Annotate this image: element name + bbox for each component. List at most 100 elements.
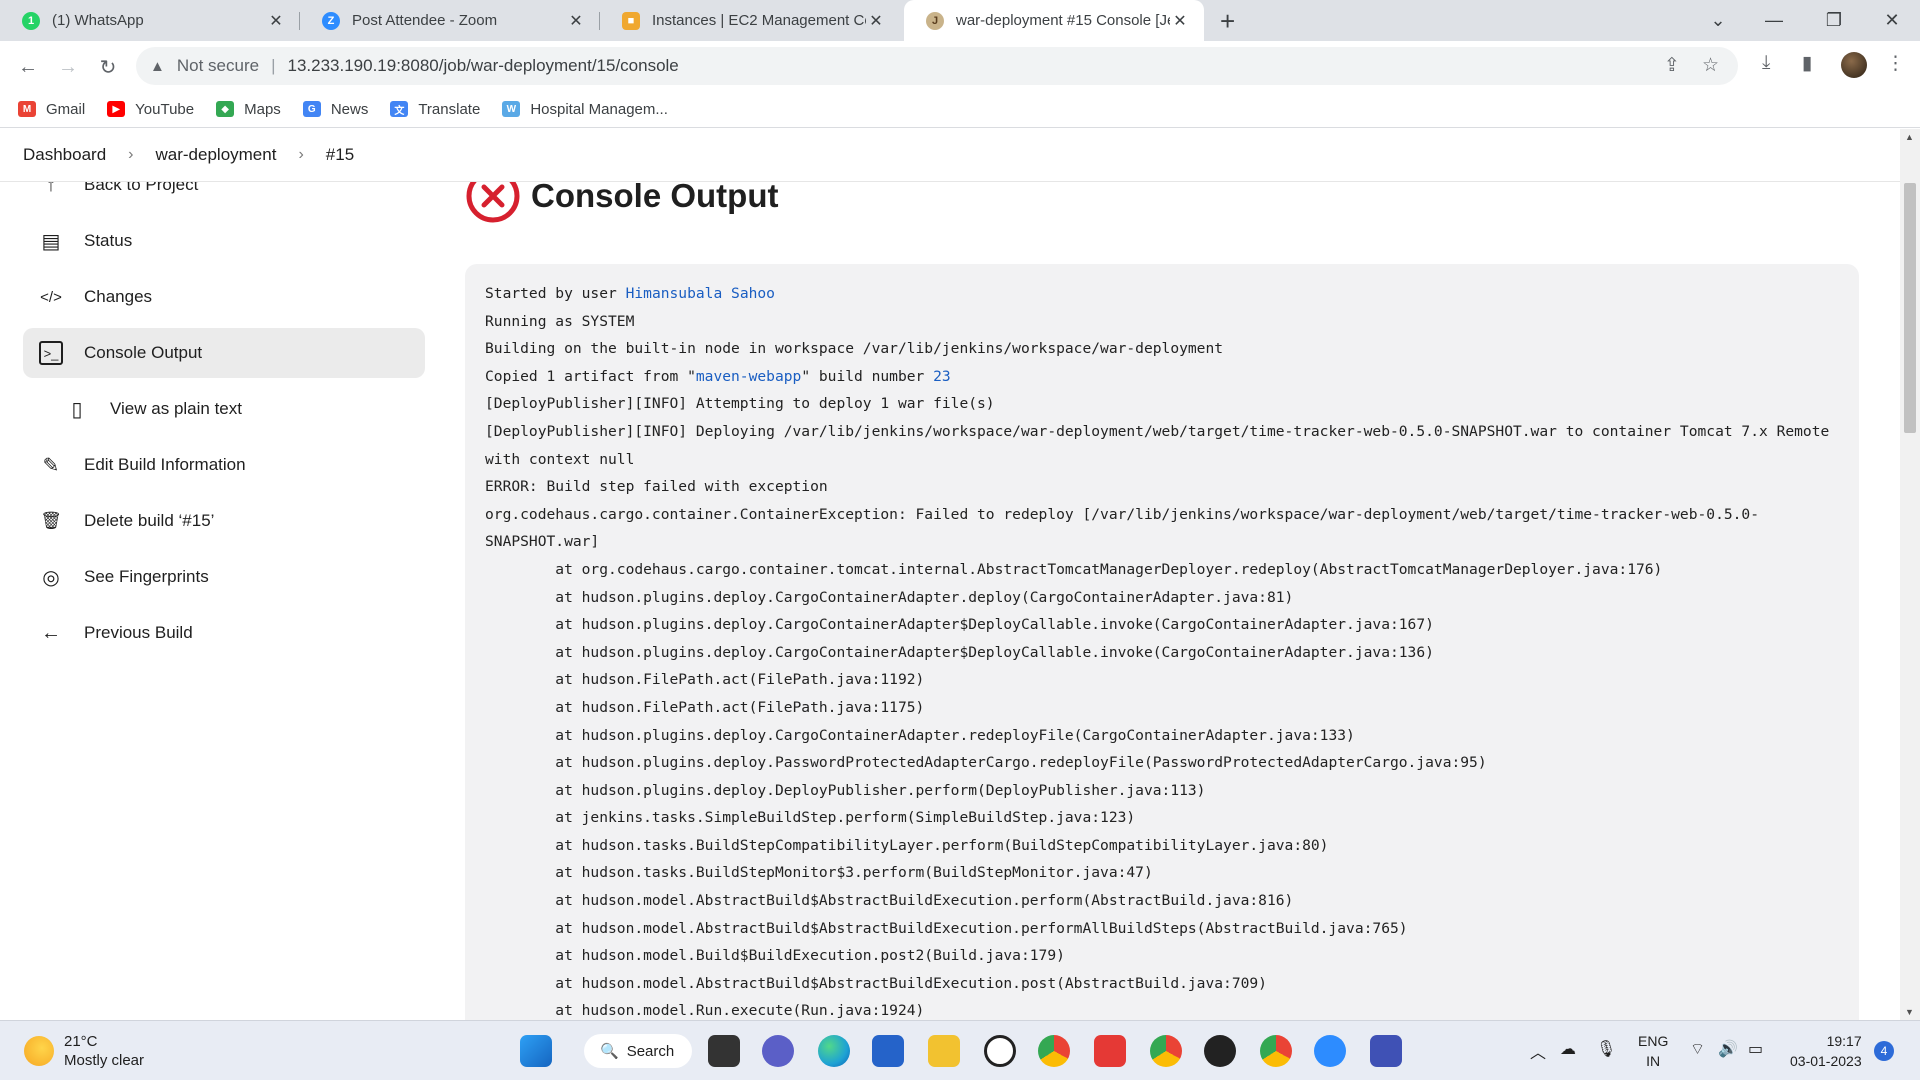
windows-start-icon[interactable] xyxy=(520,1035,552,1067)
edit-icon: ✎ xyxy=(42,454,60,477)
sidebar-item-label: Delete build ‘#15’ xyxy=(84,511,215,530)
sidebar-item-label: Console Output xyxy=(84,343,203,362)
close-icon[interactable]: ✕ xyxy=(866,11,886,31)
task-view-icon[interactable] xyxy=(708,1035,740,1067)
tab-zoom[interactable]: Z Post Attendee - Zoom ✕ xyxy=(300,0,600,41)
sidebar-item-status[interactable]: ▤ Status xyxy=(23,216,425,266)
store-icon[interactable] xyxy=(872,1035,904,1067)
breadcrumb-job[interactable]: war-deployment xyxy=(156,145,277,165)
scroll-down-icon[interactable]: ▼ xyxy=(1905,1007,1914,1017)
tab-search-icon[interactable]: ⌄ xyxy=(1690,0,1746,41)
windows-taskbar: 21°C Mostly clear 🔍 Search ︿ ☁ 🎙 ENG IN … xyxy=(0,1020,1920,1080)
console-line: at hudson.plugins.deploy.CargoContainerA… xyxy=(485,588,1294,606)
side-panel-icon[interactable]: ▮ xyxy=(1802,52,1812,75)
sidebar-item-back-to-project[interactable]: ↑ Back to Project xyxy=(23,182,425,210)
bookmark-maps[interactable]: ◆ Maps xyxy=(216,101,281,118)
breadcrumb-dashboard[interactable]: Dashboard xyxy=(23,145,106,165)
chrome-profile-icon[interactable] xyxy=(1150,1035,1182,1067)
aws-box-icon: ■ xyxy=(622,11,640,30)
breadcrumb-build[interactable]: #15 xyxy=(326,145,354,165)
weather-widget[interactable]: 21°C Mostly clear xyxy=(24,1033,144,1069)
close-window-button[interactable]: ✕ xyxy=(1864,0,1920,41)
address-bar[interactable]: ▲ Not secure | 13.233.190.19:8080/job/wa… xyxy=(136,47,1738,85)
minimize-button[interactable]: — xyxy=(1746,0,1802,41)
sidebar-item-see-fingerprints[interactable]: ◎ See Fingerprints xyxy=(23,552,425,602)
battery-icon[interactable]: ▭ xyxy=(1748,1039,1763,1059)
terminal-icon: >_ xyxy=(39,341,63,365)
zoom-icon[interactable] xyxy=(1314,1035,1346,1067)
weather-temp: 21°C xyxy=(64,1033,98,1050)
console-line: SNAPSHOT.war] xyxy=(485,533,600,551)
bookmark-translate[interactable]: 文 Translate xyxy=(390,101,480,118)
sidebar-item-previous-build[interactable]: ← Previous Build xyxy=(23,608,425,658)
tab-jenkins-console[interactable]: J war-deployment #15 Console [Je ✕ xyxy=(904,0,1204,41)
microphone-icon[interactable]: 🎙 xyxy=(1596,1039,1616,1059)
restore-button[interactable]: ❐ xyxy=(1806,0,1862,41)
not-secure-label: Not secure xyxy=(176,56,260,75)
page-scrollbar[interactable]: ▲ ▼ xyxy=(1900,129,1920,1020)
sidebar-item-console-output[interactable]: >_ Console Output xyxy=(23,328,425,378)
volume-icon[interactable]: 🔊 xyxy=(1718,1039,1738,1059)
sidebar-item-view-plain-text[interactable]: ▯ View as plain text xyxy=(23,384,425,434)
taskbar-search[interactable]: 🔍 Search xyxy=(584,1034,692,1068)
close-icon[interactable]: ✕ xyxy=(1170,11,1190,31)
console-line: at hudson.model.AbstractBuild$AbstractBu… xyxy=(485,919,1408,937)
onedrive-icon[interactable]: ☁ xyxy=(1560,1039,1576,1059)
tab-whatsapp[interactable]: 1 (1) WhatsApp ✕ xyxy=(0,0,300,41)
media-player-icon[interactable] xyxy=(1204,1035,1236,1067)
system-clock[interactable]: 19:17 03-01-2023 xyxy=(1790,1031,1862,1071)
chevron-up-icon[interactable]: ︿ xyxy=(1530,1039,1546,1063)
browser-toolbar: ← → ↻ ▲ Not secure | 13.233.190.19:8080/… xyxy=(0,41,1920,91)
scroll-up-icon[interactable]: ▲ xyxy=(1905,132,1914,142)
sidebar-item-edit-build-info[interactable]: ✎ Edit Build Information xyxy=(23,440,425,490)
new-tab-button[interactable]: + xyxy=(1220,6,1235,37)
share-icon[interactable]: ⇪ xyxy=(1664,54,1680,77)
console-line: [DeployPublisher][INFO] Deploying /var/l… xyxy=(485,422,1830,440)
sidebar-item-label: View as plain text xyxy=(110,399,242,418)
console-line: at hudson.tasks.BuildStepMonitor$3.perfo… xyxy=(485,864,1153,882)
sidebar-item-label: Status xyxy=(84,231,133,250)
back-button[interactable]: ← xyxy=(14,53,42,81)
sidebar-item-label: Back to Project xyxy=(84,182,199,194)
close-icon[interactable]: ✕ xyxy=(266,11,286,31)
jenkins-icon: J xyxy=(926,11,944,30)
notification-badge[interactable]: 4 xyxy=(1874,1041,1894,1061)
close-icon[interactable]: ✕ xyxy=(566,11,586,31)
network-app-icon[interactable] xyxy=(1370,1035,1402,1067)
sidebar-item-delete-build[interactable]: 🗑 Delete build ‘#15’ xyxy=(23,496,425,546)
tab-title: Post Attendee - Zoom xyxy=(352,12,498,29)
dell-icon[interactable] xyxy=(984,1035,1016,1067)
menu-icon[interactable]: ⋮ xyxy=(1886,52,1905,75)
file-explorer-icon[interactable] xyxy=(928,1035,960,1067)
wifi-icon[interactable]: ⌔ xyxy=(1690,1039,1705,1059)
zoom-icon: Z xyxy=(322,11,340,30)
translate-icon: 文 xyxy=(390,101,409,117)
download-icon[interactable]: ⤓ xyxy=(1762,52,1770,74)
sidebar-item-changes[interactable]: </> Changes xyxy=(23,272,425,322)
edge-icon[interactable] xyxy=(818,1035,850,1067)
project-link[interactable]: maven-webapp xyxy=(696,368,801,385)
anydesk-icon[interactable] xyxy=(1094,1035,1126,1067)
bookmark-news[interactable]: G News xyxy=(302,101,368,118)
tab-ec2[interactable]: ■ Instances | EC2 Management Cor ✕ xyxy=(600,0,900,41)
bookmark-youtube[interactable]: ▶ YouTube xyxy=(107,101,194,118)
tab-title: Instances | EC2 Management Cor xyxy=(652,12,866,29)
console-line: Started by user Himansubala Sahoo xyxy=(485,285,775,302)
bookmark-gmail[interactable]: M Gmail xyxy=(18,101,85,118)
profile-avatar[interactable] xyxy=(1841,52,1867,78)
page-title: Console Output xyxy=(531,182,779,214)
weather-icon xyxy=(24,1036,54,1066)
bookmark-star-icon[interactable]: ☆ xyxy=(1702,54,1719,77)
forward-button[interactable]: → xyxy=(54,53,82,81)
chrome-icon[interactable] xyxy=(1038,1035,1070,1067)
console-line: org.codehaus.cargo.container.ContainerEx… xyxy=(485,505,1759,523)
teams-chat-icon[interactable] xyxy=(762,1035,794,1067)
bookmark-hospital[interactable]: W Hospital Managem... xyxy=(502,101,668,118)
scrollbar-thumb[interactable] xyxy=(1904,183,1916,433)
language-indicator[interactable]: ENG IN xyxy=(1638,1031,1668,1071)
chrome-h-profile-icon[interactable] xyxy=(1260,1035,1292,1067)
reload-button[interactable]: ↻ xyxy=(94,53,122,81)
user-link[interactable]: Himansubala Sahoo xyxy=(626,285,775,302)
file-icon: ▯ xyxy=(71,398,83,421)
build-number-link[interactable]: 23 xyxy=(933,368,951,385)
